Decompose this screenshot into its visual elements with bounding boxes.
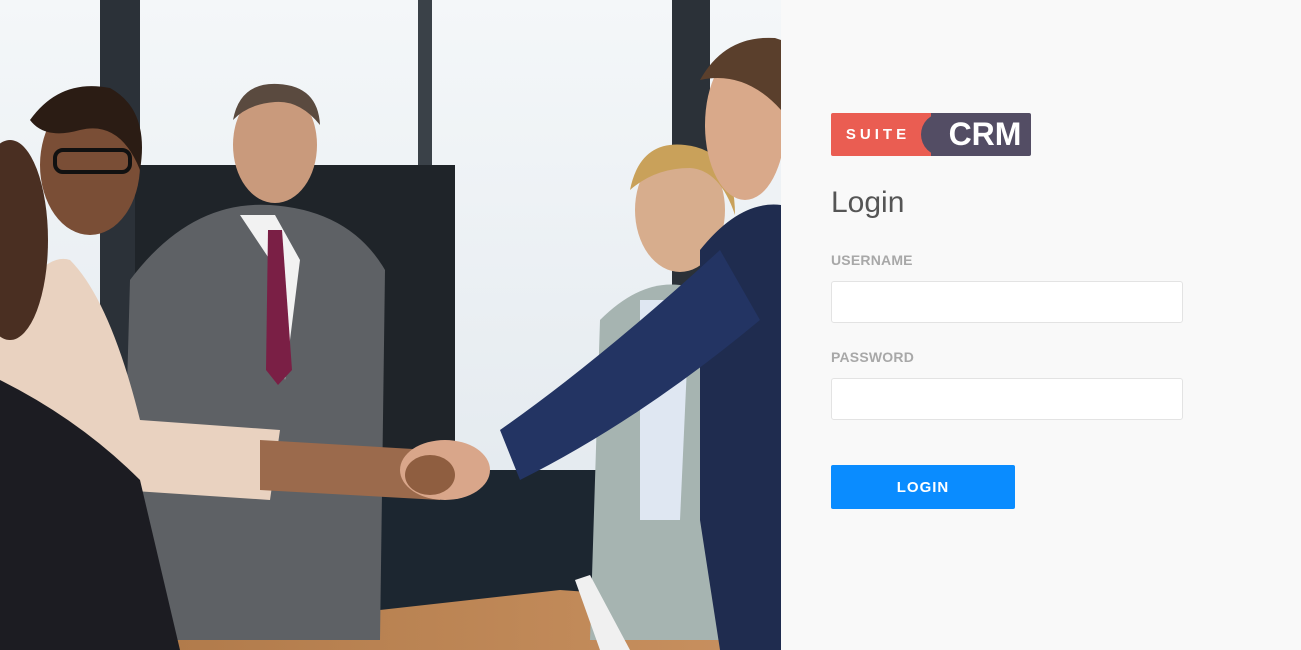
logo-crm-text: CRM [948, 116, 1022, 152]
page-title: Login [831, 186, 905, 219]
logo-crm-block: CRM [921, 113, 1031, 156]
login-page: SUITE CRM Login USERNAME PASSWORD LOGIN [0, 0, 1301, 650]
password-input[interactable] [831, 378, 1183, 420]
password-label: PASSWORD [831, 349, 915, 365]
username-input[interactable] [831, 281, 1183, 323]
business-handshake-photo [0, 0, 781, 650]
login-panel: SUITE CRM Login USERNAME PASSWORD LOGIN [781, 0, 1301, 650]
username-label: USERNAME [831, 252, 913, 268]
suitecrm-logo: SUITE CRM [831, 113, 1031, 156]
login-button[interactable]: LOGIN [831, 465, 1015, 509]
logo-suite-text: SUITE [831, 113, 931, 156]
